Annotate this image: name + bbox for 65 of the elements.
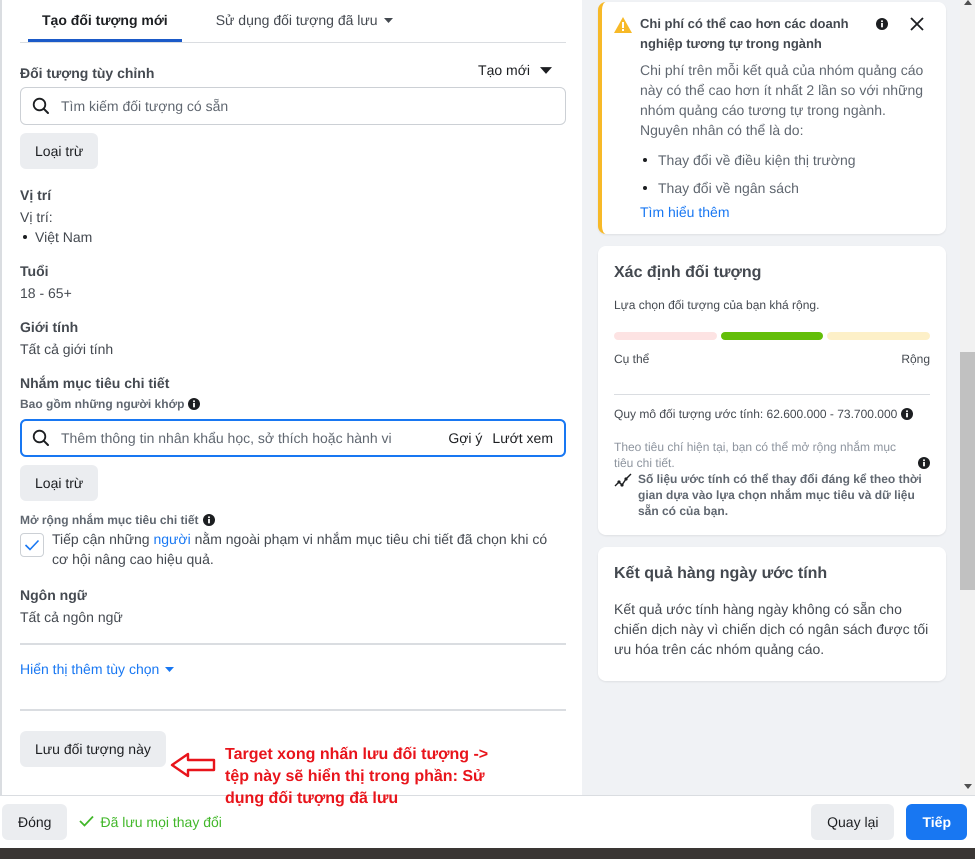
create-new-dropdown[interactable]: Tạo mới bbox=[478, 62, 566, 78]
tab[interactable]: Tạo đối tượng mới bbox=[28, 0, 182, 42]
search-icon bbox=[32, 429, 50, 447]
close-button[interactable]: Đóng bbox=[2, 804, 68, 840]
scrollbar[interactable] bbox=[960, 0, 975, 795]
info-icon[interactable] bbox=[918, 457, 930, 469]
info-icon[interactable] bbox=[188, 398, 200, 410]
link[interactable]: người bbox=[153, 531, 191, 547]
estimate-note: Số liệu ước tính có thể thay đổi đáng kể theo thời gian dựa vào lựa chọn nhắm mục tiêu và dữ liệu sẵn có của bạn. bbox=[638, 471, 923, 519]
checkbox[interactable] bbox=[20, 533, 44, 557]
close-icon[interactable] bbox=[910, 17, 924, 31]
bullet-icon bbox=[643, 158, 647, 162]
field-value: 18 - 65+ bbox=[20, 285, 73, 301]
annotation-text: Target xong nhấn lưu đối tượng -> tệp này sẽ hiển thị trong phần: Sử dụng đối tượng đã lưu bbox=[225, 745, 490, 809]
alert-title: Chi phí có thể cao hơn các doanh nghiệp tương tự trong ngành bbox=[640, 15, 850, 53]
alert-text: Chi phí trên mỗi kết quả của nhóm quảng cáo này có thể cao hơn ít nhất 2 lần so với những nhóm quảng cáo tương tự trong ngành. Nguyên nhân có thể là do: bbox=[640, 61, 924, 140]
caret-icon bbox=[540, 66, 552, 74]
next-button[interactable]: Tiếp bbox=[906, 804, 967, 840]
audience-size: Quy mô đối tượng ước tính: 62.600.000 - 73.700.000 bbox=[614, 407, 898, 421]
learn-more-link[interactable]: Tìm hiểu thêm bbox=[640, 204, 730, 220]
show-more-link[interactable]: Hiển thị thêm tùy chọn bbox=[20, 661, 174, 677]
location-item: Việt Nam bbox=[35, 229, 92, 245]
section-title: Nhắm mục tiêu chi tiết bbox=[20, 375, 170, 391]
section-title: Giới tính bbox=[20, 319, 80, 335]
meter-label: Cụ thể bbox=[614, 352, 650, 366]
tab[interactable]: Sử dụng đối tượng đã lưu bbox=[202, 0, 407, 42]
warning-icon bbox=[614, 17, 632, 33]
card-title: Xác định đối tượng bbox=[614, 264, 762, 282]
section-title: Ngôn ngữ bbox=[20, 587, 88, 603]
field-value: Tất cả ngôn ngữ bbox=[20, 609, 124, 625]
back-button[interactable]: Quay lại bbox=[811, 804, 894, 840]
alert-reason: Thay đổi về điều kiện thị trường bbox=[658, 152, 856, 168]
save-audience-button[interactable]: Lưu đối tượng này bbox=[20, 731, 166, 767]
field-value: Tất cả giới tính bbox=[20, 341, 114, 357]
field-link[interactable]: Lướt xem bbox=[492, 430, 553, 446]
info-icon[interactable] bbox=[876, 18, 888, 30]
bullet-icon bbox=[23, 235, 27, 239]
bullet-icon bbox=[643, 186, 647, 190]
audience-summary: Lựa chọn đối tượng của bạn khá rộng. bbox=[614, 298, 820, 312]
field-label: Vị trí: bbox=[20, 209, 54, 225]
field-hint: Mở rộng nhắm mục tiêu chi tiết bbox=[20, 513, 199, 527]
caret-icon bbox=[165, 666, 174, 672]
field-hint: Bao gồm những người khớp bbox=[20, 397, 184, 411]
checkbox-label: Tiếp cận những người nằm ngoài phạm vi nhắm mục tiêu chi tiết đã chọn khi có cơ hội nâng cao hiệu quả. bbox=[52, 530, 548, 569]
info-icon[interactable] bbox=[202, 514, 215, 526]
alert-reason: Thay đổi về ngân sách bbox=[658, 180, 799, 196]
arrow-icon bbox=[170, 752, 216, 778]
exclude-button[interactable]: Loại trừ bbox=[20, 133, 98, 169]
exclude-button[interactable]: Loại trừ bbox=[20, 465, 98, 501]
info-icon[interactable] bbox=[901, 408, 914, 420]
scroll-down-icon[interactable] bbox=[964, 784, 972, 789]
audience-hint: Theo tiêu chí hiện tại, bạn có thể mở rộng nhắm mục tiêu chi tiết. bbox=[614, 439, 898, 471]
meter-label: Rộng bbox=[901, 352, 930, 366]
results-text: Kết quả ước tính hàng ngày không có sẵn cho chiến dịch này vì chiến dịch có ngân sách được tối ưu hóa trên các nhóm quảng cáo. bbox=[614, 600, 930, 659]
search-icon bbox=[32, 97, 50, 115]
scrollbar-thumb[interactable] bbox=[960, 352, 975, 590]
section-title: Đối tượng tùy chỉnh bbox=[20, 65, 154, 81]
trend-icon bbox=[614, 473, 632, 489]
card-title: Kết quả hàng ngày ước tính bbox=[614, 565, 828, 583]
save-status: Đã lưu mọi thay đổi bbox=[100, 814, 222, 830]
field-link[interactable]: Gợi ý bbox=[448, 430, 482, 446]
section-title: Tuổi bbox=[20, 263, 50, 279]
scroll-up-icon[interactable] bbox=[964, 0, 972, 5]
check-icon bbox=[24, 539, 40, 551]
section-title: Vị trí bbox=[20, 187, 52, 203]
